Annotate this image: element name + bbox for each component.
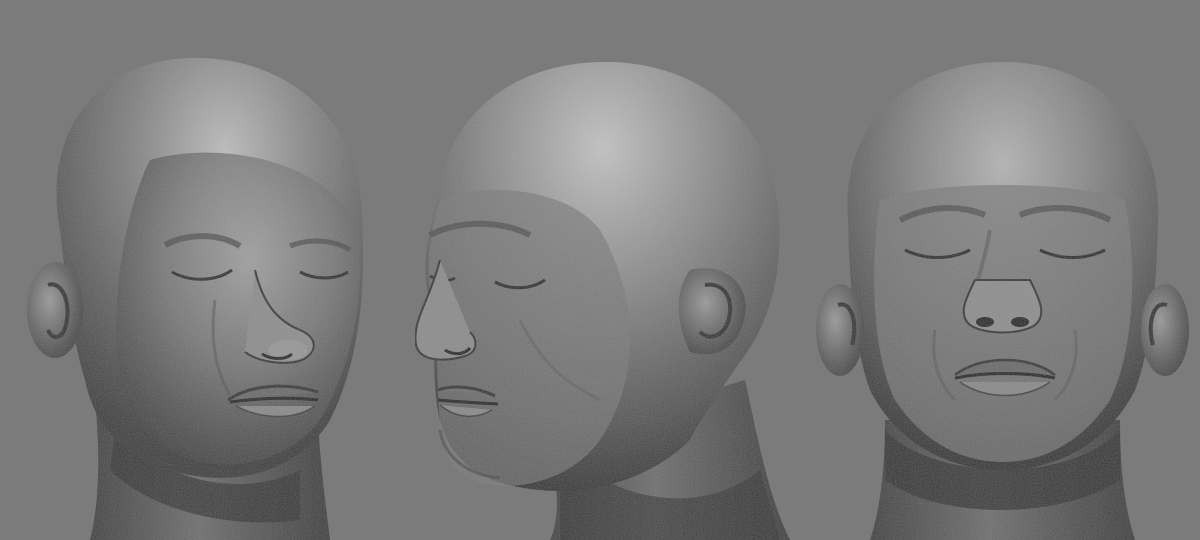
nose <box>962 279 1043 334</box>
ear <box>27 262 83 358</box>
sculpt-render <box>27 57 1189 540</box>
head-front <box>816 62 1189 540</box>
nostril-right <box>1011 317 1029 327</box>
ear-left <box>816 284 864 376</box>
head-three-quarter <box>27 57 364 540</box>
ear-right <box>1141 284 1189 376</box>
head-profile <box>414 61 790 540</box>
nostril-left <box>976 317 994 327</box>
sculpt-render-canvas <box>0 0 1200 540</box>
